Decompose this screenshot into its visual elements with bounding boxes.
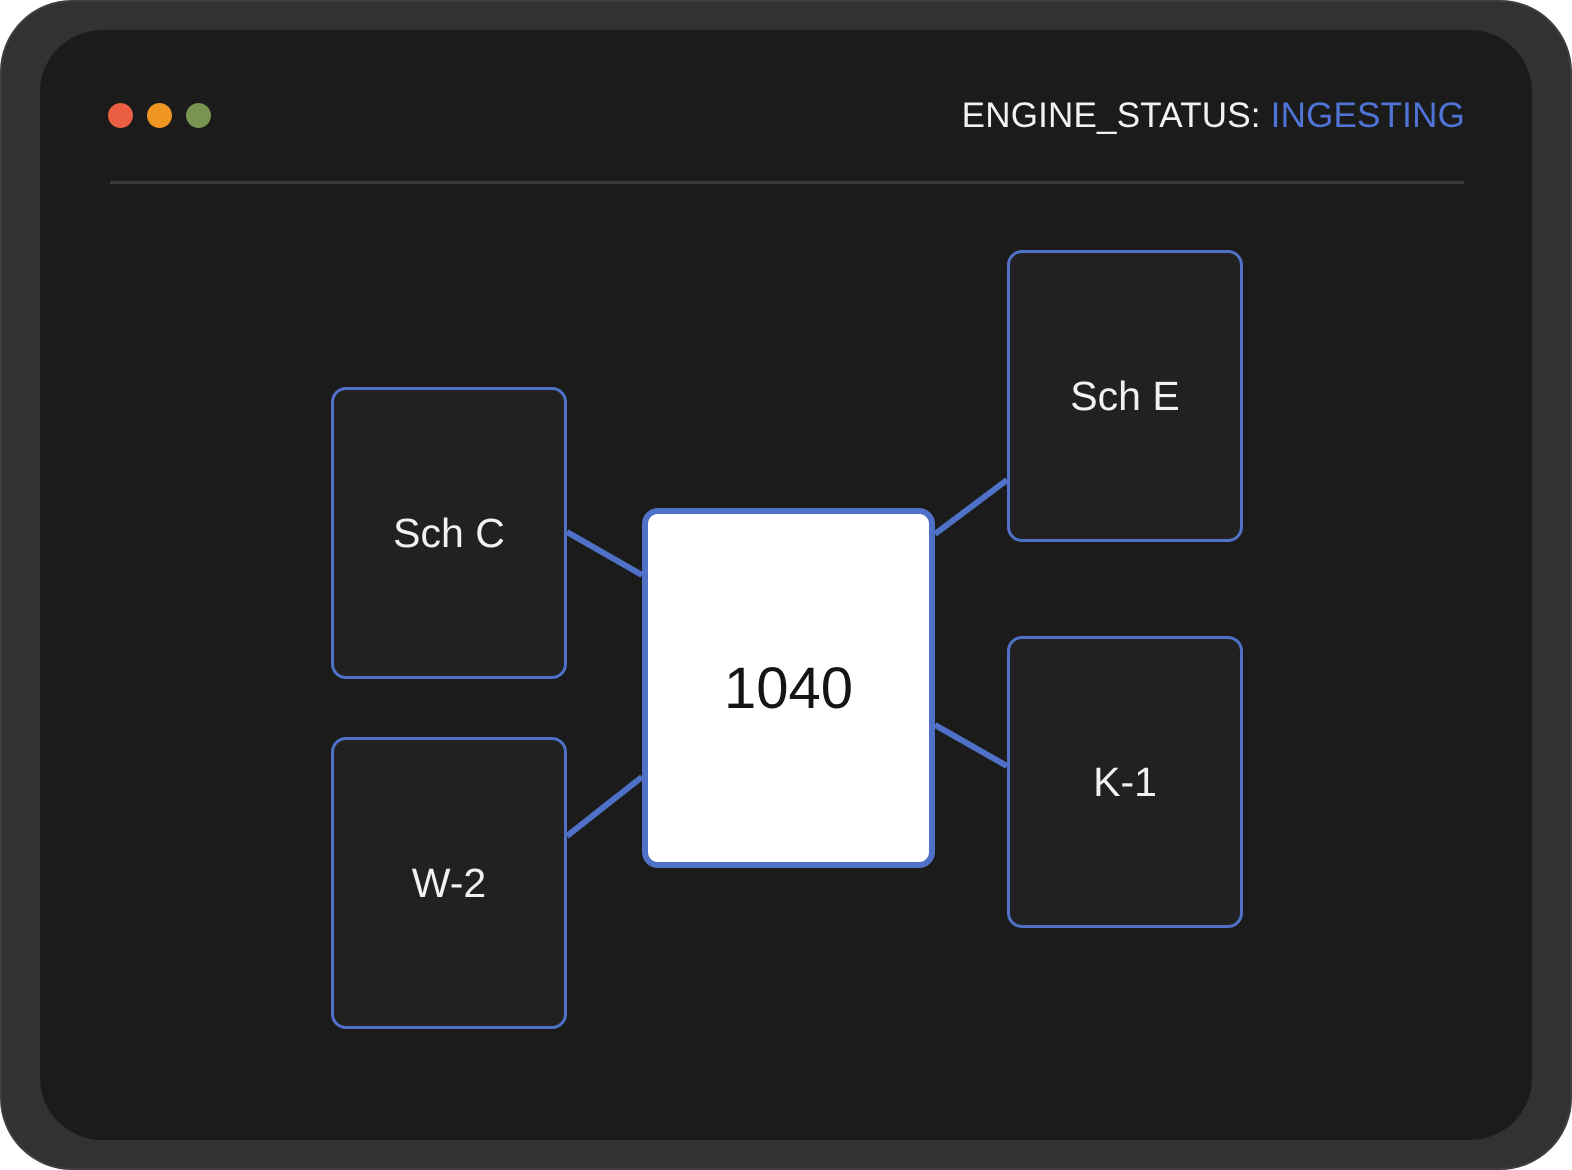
node-w-2-label: W-2 xyxy=(411,859,487,906)
node-1040[interactable]: 1040 xyxy=(642,508,935,868)
edge-w2-1040 xyxy=(565,774,644,839)
node-sch-e[interactable]: Sch E xyxy=(1007,250,1243,542)
node-sch-e-label: Sch E xyxy=(1070,372,1180,419)
node-w-2[interactable]: W-2 xyxy=(331,737,567,1029)
edge-schc-1040 xyxy=(565,529,644,578)
node-k-1[interactable]: K-1 xyxy=(1007,636,1243,928)
app-window: ENGINE_STATUS: INGESTING Sch C W-2 Sch E… xyxy=(40,30,1532,1140)
node-k-1-label: K-1 xyxy=(1093,758,1157,805)
edge-sche-1040 xyxy=(933,477,1009,537)
device-frame: ENGINE_STATUS: INGESTING Sch C W-2 Sch E… xyxy=(0,0,1572,1170)
edge-k1-1040 xyxy=(933,722,1009,769)
node-1040-label: 1040 xyxy=(723,655,854,721)
node-sch-c-label: Sch C xyxy=(393,509,505,556)
node-sch-c[interactable]: Sch C xyxy=(331,387,567,679)
